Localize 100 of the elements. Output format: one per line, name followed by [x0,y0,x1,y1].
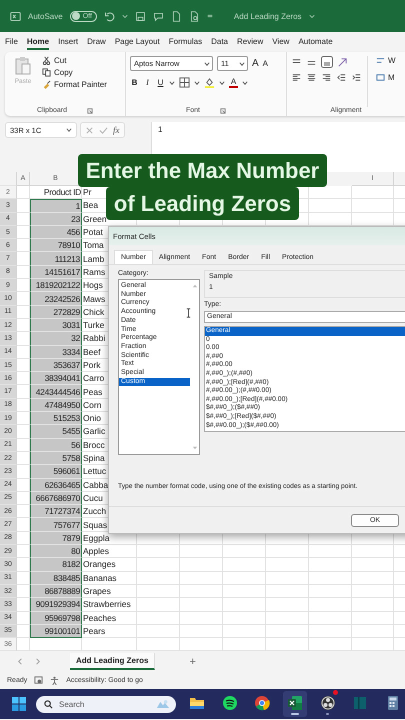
increase-indent-icon[interactable] [351,72,362,83]
search-icon[interactable] [44,700,53,709]
folder-icon[interactable] [189,695,206,712]
save-icon[interactable] [134,10,146,22]
table-cell: 596061 [53,466,80,476]
add-sheet-button[interactable]: + [189,656,196,668]
ribbon-tab[interactable]: View [272,34,290,50]
paintbrush-icon[interactable] [42,80,51,89]
decrease-font-button[interactable]: A [262,59,268,68]
excel-logo-icon [10,10,21,22]
table-cell: 757677 [53,520,80,530]
search-field[interactable]: Search [36,696,176,713]
print-preview-icon[interactable] [188,10,200,22]
scissors-icon[interactable] [42,56,51,65]
table-cell: 515253 [53,413,80,424]
sheet-tab[interactable]: Add Leading Zeros [70,653,156,670]
table-cell: 56 [71,440,80,450]
table-cell: 5758 [62,453,80,464]
table-cell: Squas [83,520,108,530]
empty-cell [180,545,223,558]
dialog-launcher-icon[interactable] [86,108,93,114]
undo-icon[interactable] [104,10,115,22]
table-cell: Corn [83,400,102,410]
chrome-icon[interactable] [254,695,270,712]
new-file-icon[interactable] [170,10,182,22]
wrap-text-icon[interactable] [376,56,385,65]
table-cell: Potat [83,227,103,238]
table-cell: 9091929394 [36,599,80,610]
cut-button[interactable]: Cut [42,56,107,65]
merge-button[interactable]: M [376,73,396,82]
ribbon-tab[interactable]: Data [211,34,228,50]
table-cell: Brocc [83,440,105,450]
copy-icon[interactable] [42,68,51,77]
taskbar-button[interactable] [283,691,307,718]
obs-icon[interactable] [320,695,336,712]
underline-button[interactable]: U [156,78,165,87]
ribbon-tab[interactable]: Draw [87,34,106,50]
empty-cell [180,572,223,585]
ribbon-tab[interactable]: Review [237,34,264,50]
table-cell: Pork [83,360,100,370]
table-cell: 62636465 [44,480,80,490]
document-title[interactable]: Add Leading Zeros [234,12,302,20]
empty-cell [352,612,394,625]
font-color-button[interactable]: A [229,77,238,88]
accessibility-icon[interactable] [50,676,60,686]
table-cell: Oranges [83,559,116,570]
wrap-text-button[interactable]: W [376,56,396,65]
ribbon-tab[interactable]: Insert [58,34,78,50]
table-cell: 14151617 [44,266,80,277]
caret-icon[interactable] [66,127,72,133]
caret-icon[interactable] [169,80,175,86]
copy-button[interactable]: Copy [42,68,107,77]
table-cell: Cabba [83,480,108,490]
table-cell: Pears [83,626,106,636]
ribbon-tab[interactable]: Page Layout [114,34,160,50]
ribbon-tab[interactable]: Formulas [168,34,202,50]
ribbon-tab[interactable]: File [5,34,18,50]
empty-cell [309,558,352,572]
empty-cell [180,612,223,625]
ribbon-tab[interactable]: Automate [298,34,333,50]
spotify-icon[interactable] [222,695,238,712]
caret-icon[interactable] [194,80,200,86]
insert-function-button[interactable]: fx [113,125,120,135]
table-cell: Maws [83,294,106,304]
align-left-icon[interactable] [291,72,302,83]
table-cell: 95969798 [44,612,80,623]
table-cell: Hogs [83,280,103,290]
align-bottom-icon[interactable] [321,56,333,68]
macro-recording-icon[interactable] [34,676,44,686]
align-center-icon[interactable] [306,72,317,83]
table-cell: Bananas [83,572,117,583]
windows-start-icon[interactable] [11,696,27,712]
table-cell: 23242526 [44,294,80,304]
table-cell: 71727374 [44,506,80,516]
table-cell: 111213 [54,254,80,264]
caret-icon[interactable] [204,60,210,66]
fill-color-icon[interactable] [204,77,215,88]
caret-icon[interactable] [242,80,248,86]
empty-cell [180,584,223,598]
caret-icon[interactable] [219,80,225,86]
format-painter-button[interactable]: Format Painter [42,80,107,89]
customize-icon[interactable] [206,13,213,19]
table-cell: 1 [76,200,80,211]
orientation-icon[interactable] [337,56,348,68]
increase-font-button[interactable]: A [252,58,259,69]
empty-cell [309,624,352,638]
excel-icon[interactable] [287,695,304,712]
table-cell: Peaches [83,612,116,623]
comment-icon[interactable] [152,10,164,22]
table-cell: Product ID [44,187,81,198]
align-right-icon[interactable] [321,72,332,83]
italic-button[interactable]: I [143,78,152,87]
decrease-indent-icon[interactable] [336,72,347,83]
caret-icon[interactable] [239,60,245,66]
merge-icon[interactable] [376,73,385,82]
borders-icon[interactable] [179,77,190,88]
empty-cell [309,199,352,213]
bold-button[interactable]: B [130,78,139,87]
dialog-launcher-icon[interactable] [220,108,226,114]
ribbon-tab[interactable]: Home [26,34,50,50]
